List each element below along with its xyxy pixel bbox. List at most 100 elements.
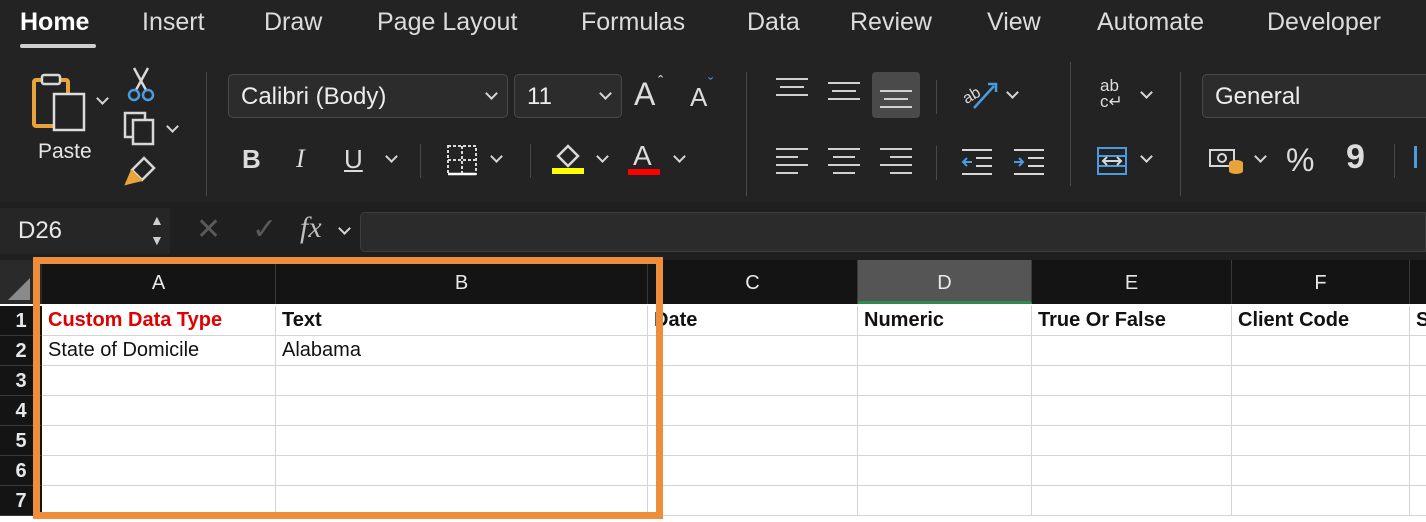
orientation-chevron-icon[interactable]: [1006, 86, 1019, 99]
cell-f2[interactable]: [1232, 336, 1410, 366]
merge-center-chevron-icon[interactable]: [1140, 150, 1153, 163]
name-box-down-icon[interactable]: ▼: [150, 232, 164, 248]
tab-developer[interactable]: Developer: [1267, 8, 1381, 37]
format-painter-icon[interactable]: [124, 154, 158, 188]
cell[interactable]: [1410, 426, 1426, 456]
increase-indent-icon[interactable]: [1012, 148, 1046, 176]
cell[interactable]: [1232, 426, 1410, 456]
underline-chevron-icon[interactable]: [385, 150, 398, 163]
cell[interactable]: [858, 486, 1032, 516]
cell-g1[interactable]: S: [1410, 306, 1426, 336]
italic-button[interactable]: I: [296, 144, 305, 174]
row-header-7[interactable]: 7: [0, 486, 42, 516]
column-header-f[interactable]: F: [1232, 260, 1410, 304]
row-header-6[interactable]: 6: [0, 456, 42, 486]
cell[interactable]: [42, 366, 276, 396]
cell[interactable]: [1232, 456, 1410, 486]
cell[interactable]: [858, 366, 1032, 396]
accounting-format-icon[interactable]: [1208, 146, 1248, 176]
cell[interactable]: [1232, 396, 1410, 426]
row-header-3[interactable]: 3: [0, 366, 42, 396]
copy-chevron-icon[interactable]: [166, 120, 179, 133]
cut-icon[interactable]: [126, 66, 156, 102]
name-box-up-icon[interactable]: ▲: [150, 212, 164, 228]
tab-home[interactable]: Home: [20, 8, 89, 37]
cell[interactable]: [1232, 486, 1410, 516]
row-header-2[interactable]: 2: [0, 336, 42, 366]
tab-review[interactable]: Review: [850, 8, 932, 37]
column-header-c[interactable]: C: [648, 260, 858, 304]
cell-d2[interactable]: [858, 336, 1032, 366]
cell[interactable]: [1032, 486, 1232, 516]
decrease-font-size-button[interactable]: A ˇ: [690, 76, 730, 122]
cell[interactable]: [1032, 456, 1232, 486]
cell[interactable]: [1410, 486, 1426, 516]
cell[interactable]: [858, 426, 1032, 456]
cell-c2[interactable]: [648, 336, 858, 366]
cell[interactable]: [858, 396, 1032, 426]
cell-e2[interactable]: [1032, 336, 1232, 366]
cell[interactable]: [648, 426, 858, 456]
fill-color-icon[interactable]: [550, 140, 586, 176]
tab-insert[interactable]: Insert: [142, 8, 205, 37]
cell-a1[interactable]: Custom Data Type: [42, 306, 276, 336]
bold-button[interactable]: B: [242, 144, 261, 175]
cell[interactable]: [1032, 366, 1232, 396]
number-format-select[interactable]: General: [1202, 74, 1426, 118]
align-right-icon[interactable]: [880, 148, 912, 174]
row-header-5[interactable]: 5: [0, 426, 42, 456]
percent-style-button[interactable]: %: [1286, 142, 1314, 179]
merge-center-icon[interactable]: [1096, 146, 1128, 176]
cell[interactable]: [1410, 456, 1426, 486]
underline-button[interactable]: U: [344, 144, 363, 175]
accounting-chevron-icon[interactable]: [1254, 150, 1267, 163]
tab-page-layout[interactable]: Page Layout: [377, 8, 517, 37]
cell[interactable]: [42, 426, 276, 456]
confirm-entry-icon[interactable]: ✓: [252, 212, 277, 247]
cell-g2[interactable]: [1410, 336, 1426, 366]
cell[interactable]: [1410, 396, 1426, 426]
cell[interactable]: [276, 366, 648, 396]
tab-view[interactable]: View: [987, 8, 1041, 37]
column-header-e[interactable]: E: [1032, 260, 1232, 304]
align-left-icon[interactable]: [776, 148, 808, 174]
cell-b1[interactable]: Text: [276, 306, 648, 336]
function-chevron-icon[interactable]: [338, 222, 351, 235]
font-color-chevron-icon[interactable]: [673, 150, 686, 163]
row-header-4[interactable]: 4: [0, 396, 42, 426]
borders-icon[interactable]: [446, 144, 478, 176]
cell[interactable]: [648, 366, 858, 396]
tab-draw[interactable]: Draw: [264, 8, 322, 37]
comma-style-button[interactable]: 9: [1346, 138, 1365, 177]
orientation-icon[interactable]: ab: [960, 78, 1000, 112]
font-size-select[interactable]: 11: [514, 74, 622, 118]
copy-icon[interactable]: [122, 110, 162, 146]
cell[interactable]: [276, 456, 648, 486]
wrap-text-button[interactable]: ab c↵: [1098, 76, 1134, 116]
select-all-button[interactable]: [0, 260, 42, 304]
column-header-a[interactable]: A: [42, 260, 276, 304]
increase-font-size-button[interactable]: A ˆ: [634, 74, 674, 116]
cell[interactable]: [858, 456, 1032, 486]
font-color-button[interactable]: A: [628, 140, 662, 178]
tab-formulas[interactable]: Formulas: [581, 8, 685, 37]
wrap-text-chevron-icon[interactable]: [1140, 86, 1153, 99]
cell[interactable]: [1232, 366, 1410, 396]
cancel-entry-icon[interactable]: ✕: [196, 212, 221, 247]
cell[interactable]: [276, 426, 648, 456]
name-box[interactable]: D26 ▲ ▼: [0, 208, 170, 254]
align-center-icon[interactable]: [828, 148, 860, 174]
formula-input[interactable]: [360, 212, 1426, 252]
cell[interactable]: [648, 486, 858, 516]
cell[interactable]: [276, 396, 648, 426]
cell[interactable]: [42, 456, 276, 486]
tab-data[interactable]: Data: [747, 8, 800, 37]
column-header-g[interactable]: [1410, 260, 1426, 304]
paste-button[interactable]: Paste: [20, 70, 114, 170]
align-bottom-button[interactable]: [872, 72, 920, 118]
cell[interactable]: [648, 456, 858, 486]
align-middle-icon[interactable]: [828, 82, 860, 108]
tab-automate[interactable]: Automate: [1097, 8, 1204, 37]
decrease-indent-icon[interactable]: [960, 148, 994, 176]
cell-b2[interactable]: Alabama: [276, 336, 648, 366]
